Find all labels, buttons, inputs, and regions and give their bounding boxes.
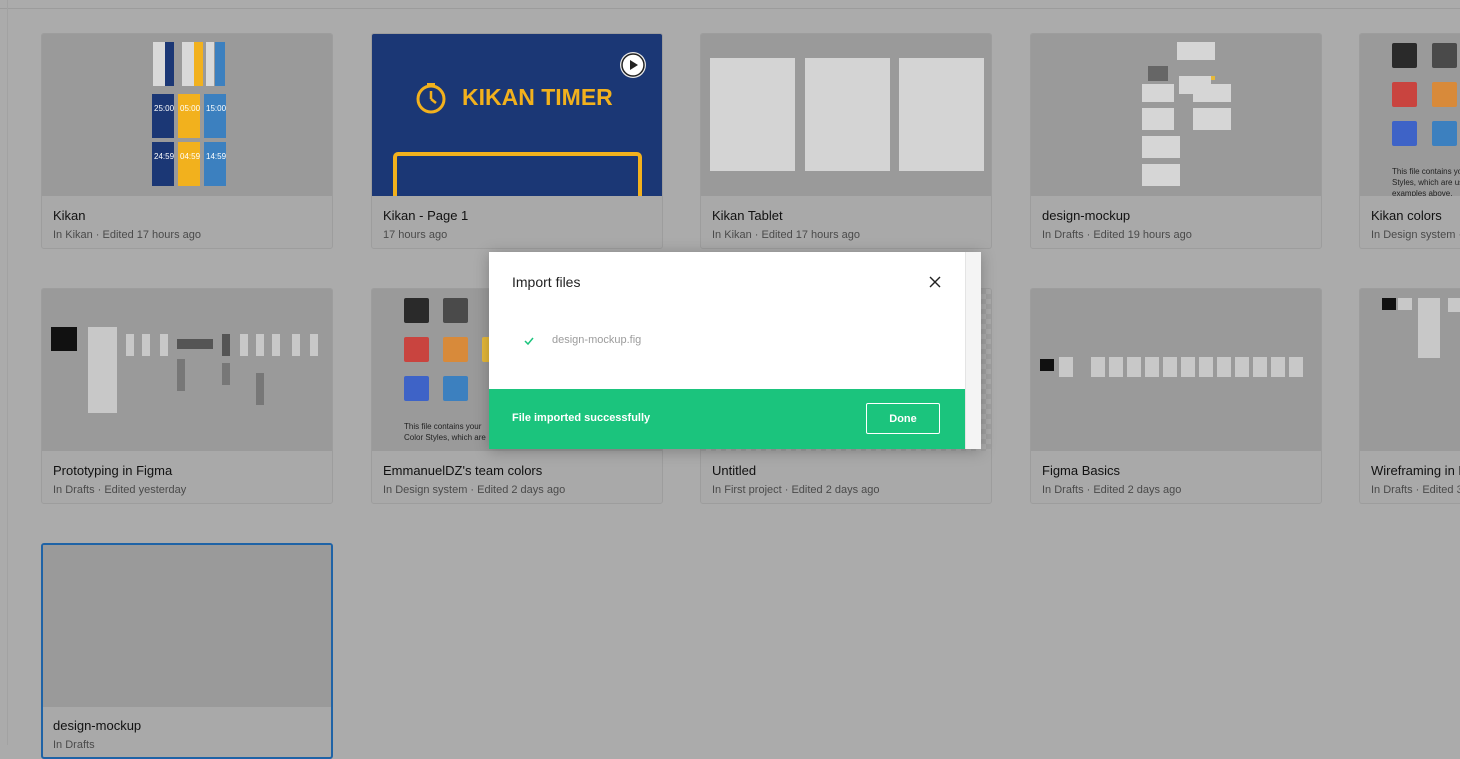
file-thumbnail: This file contains your Color Styles, wh…: [1360, 34, 1460, 196]
file-thumbnail: [42, 289, 332, 451]
file-thumbnail: [1360, 289, 1460, 451]
file-subtitle: In Design system · Edited 2 days ago: [1371, 229, 1460, 241]
file-card-figma-basics[interactable]: Figma Basics In Drafts · Edited 2 days a…: [1030, 288, 1322, 504]
thumb-title: KIKAN TIMER: [462, 84, 613, 110]
file-title: Prototyping in Figma: [53, 463, 173, 478]
thumb-note: This file contains your Color Styles, wh…: [1392, 167, 1460, 196]
file-subtitle: In Design system · Edited 2 days ago: [383, 484, 566, 496]
file-title: Kikan colors: [1371, 208, 1442, 223]
close-icon[interactable]: [925, 272, 945, 292]
modal-scrollbar[interactable]: [965, 252, 981, 449]
status-message: File imported successfully: [512, 412, 651, 424]
top-divider: [0, 0, 1460, 9]
file-subtitle: In Drafts · Edited 3 days ago: [1371, 484, 1460, 496]
file-subtitle: In Drafts · Edited 19 hours ago: [1042, 229, 1192, 241]
file-card-kikan-tablet[interactable]: Kikan Tablet In Kikan · Edited 17 hours …: [700, 33, 992, 249]
timer-label: 05:00: [180, 104, 201, 113]
file-subtitle: In Kikan · Edited 17 hours ago: [53, 229, 201, 241]
file-thumbnail: [1031, 34, 1321, 196]
file-card-kikan[interactable]: 25:00 05:00 15:00 24:59 04:59 14:59 Kika…: [41, 33, 333, 249]
left-divider: [7, 0, 8, 745]
file-title: EmmanuelDZ's team colors: [383, 463, 543, 478]
file-title: Untitled: [712, 463, 757, 478]
timer-logo-icon: [416, 83, 446, 114]
file-thumbnail: 25:00 05:00 15:00 24:59 04:59 14:59: [42, 34, 332, 196]
file-title: design-mockup: [1042, 208, 1131, 223]
done-button[interactable]: Done: [866, 403, 940, 434]
file-card-design-mockup[interactable]: design-mockup In Drafts · Edited 19 hour…: [1030, 33, 1322, 249]
timer-label: 04:59: [180, 152, 201, 161]
file-thumbnail: [43, 545, 331, 707]
timer-label: 24:59: [154, 152, 175, 161]
play-icon[interactable]: [620, 52, 646, 78]
file-title: Kikan - Page 1: [383, 208, 469, 223]
thumb-note: This file contains your Color Styles, wh…: [404, 422, 486, 442]
file-subtitle: 17 hours ago: [383, 229, 448, 241]
file-title: Kikan Tablet: [712, 208, 783, 223]
import-files-modal: Import files design-mockup.fig File impo…: [489, 252, 981, 449]
file-title: Wireframing in Figma: [1371, 463, 1460, 478]
timer-label: 14:59: [206, 152, 227, 161]
file-card-prototyping-in-figma[interactable]: Prototyping in Figma In Drafts · Edited …: [41, 288, 333, 504]
file-thumbnail: [1031, 289, 1321, 451]
success-banner: File imported successfully Done: [489, 389, 965, 449]
imported-file-name: design-mockup.fig: [552, 334, 642, 346]
file-title: Kikan: [53, 208, 86, 223]
file-subtitle: In Drafts · Edited 2 days ago: [1042, 484, 1182, 496]
file-card-kikan-page-1[interactable]: KIKAN TIMER Kikan - Page 1 17 hours ago: [371, 33, 663, 249]
file-card-design-mockup-new[interactable]: design-mockup In Drafts: [41, 543, 333, 759]
file-subtitle: In First project · Edited 2 days ago: [712, 484, 880, 496]
file-subtitle: In Drafts: [53, 739, 95, 751]
check-icon: [524, 337, 534, 346]
file-title: design-mockup: [53, 718, 142, 733]
file-card-wireframing[interactable]: Wireframing in Figma In Drafts · Edited …: [1359, 288, 1460, 504]
timer-label: 25:00: [154, 104, 175, 113]
file-subtitle: In Drafts · Edited yesterday: [53, 484, 187, 496]
file-thumbnail: KIKAN TIMER: [372, 34, 662, 196]
modal-title: Import files: [512, 274, 581, 290]
file-thumbnail: [701, 34, 991, 196]
file-subtitle: In Kikan · Edited 17 hours ago: [712, 229, 860, 241]
file-card-kikan-colors[interactable]: This file contains your Color Styles, wh…: [1359, 33, 1460, 249]
timer-label: 15:00: [206, 104, 227, 113]
file-title: Figma Basics: [1042, 463, 1121, 478]
